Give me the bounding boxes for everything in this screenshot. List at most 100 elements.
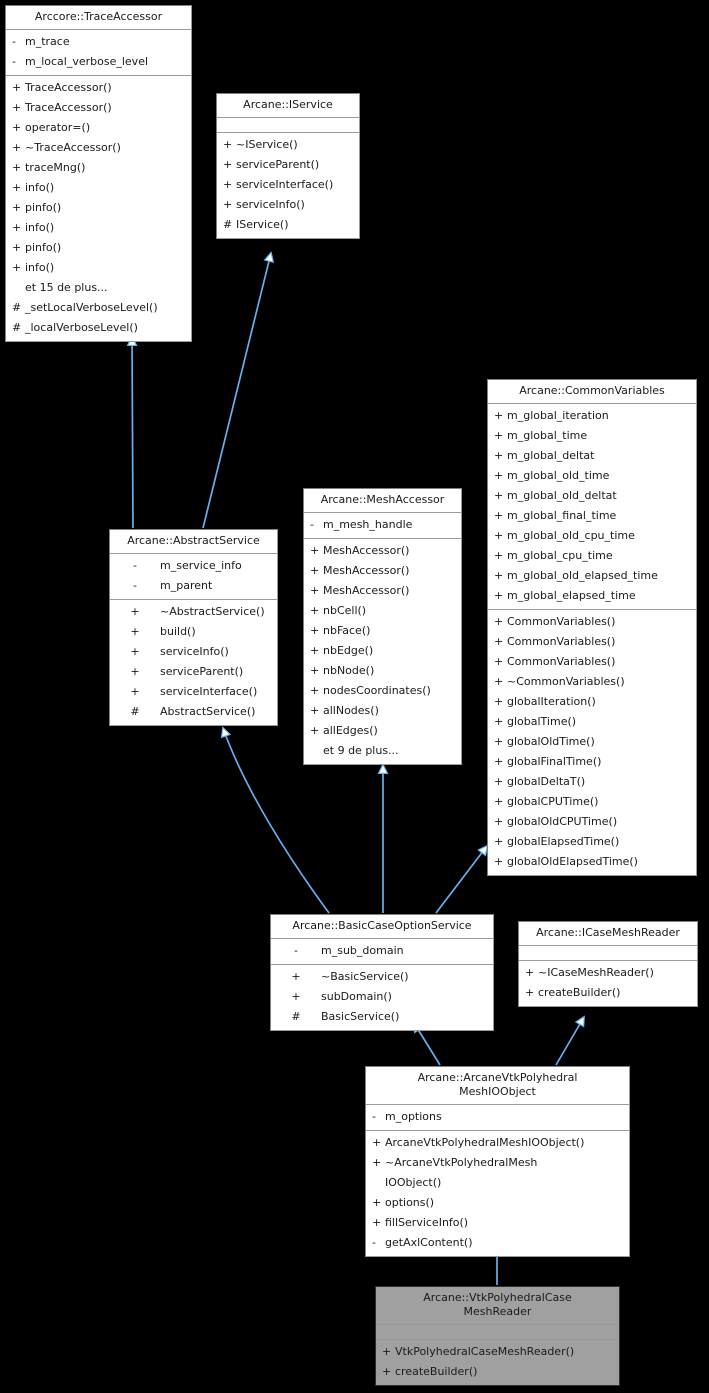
- operations-section: + TraceAccessor() + TraceAccessor() + opera…: [6, 76, 191, 341]
- class-member: + m_global_old_cpu_time: [488, 526, 696, 546]
- operations-section: + MeshAccessor() + MeshAccessor() + MeshAcc…: [304, 539, 461, 764]
- visibility: +: [223, 178, 233, 191]
- member-name: TraceAccessor(): [25, 101, 112, 114]
- class-member: + info(): [6, 178, 191, 198]
- visibility: +: [494, 529, 504, 542]
- member-name: m_global_elapsed_time: [507, 589, 636, 602]
- attributes-section: - m_mesh_handle: [304, 513, 461, 538]
- member-name: _setLocalVerboseLevel(): [25, 301, 158, 314]
- attributes-section: [376, 1325, 619, 1339]
- member-name: et 15 de plus...: [25, 281, 108, 294]
- visibility: +: [12, 81, 22, 94]
- visibility: +: [494, 409, 504, 422]
- class-node-abstract-service[interactable]: Arcane::AbstractService - m_service_info …: [109, 529, 278, 726]
- visibility: +: [310, 684, 320, 697]
- visibility: -: [133, 559, 137, 572]
- visibility: +: [310, 564, 320, 577]
- member-name: m_sub_domain: [321, 944, 404, 957]
- visibility: +: [12, 241, 22, 254]
- member-name: serviceInfo(): [160, 645, 229, 658]
- member-name: m_service_info: [160, 559, 242, 572]
- class-title: Arcane::MeshAccessor: [320, 493, 445, 506]
- class-node-vtk-polyhedral-case-mesh-reader[interactable]: Arcane::VtkPolyhedralCase MeshReader + Vt…: [375, 1286, 620, 1386]
- class-node-basic-case-option-service[interactable]: Arcane::BasicCaseOptionService - m_sub_do…: [270, 914, 494, 1031]
- visibility: +: [130, 625, 140, 638]
- class-member: + serviceInterface(): [110, 682, 277, 702]
- attributes-section: - m_service_info - m_parent: [110, 554, 277, 599]
- class-member-more: et 15 de plus...: [6, 278, 191, 298]
- class-member: + serviceParent(): [217, 155, 359, 175]
- class-node-common-variables[interactable]: Arcane::CommonVariables + m_global_iterat…: [487, 379, 697, 876]
- class-member: # BasicService(): [271, 1007, 493, 1027]
- class-node-icase-mesh-reader[interactable]: Arcane::ICaseMeshReader + ~ICaseMeshReade…: [518, 921, 698, 1007]
- visibility: +: [494, 795, 504, 808]
- class-member: + MeshAccessor(): [304, 581, 461, 601]
- class-member: + ~BasicService(): [271, 967, 493, 987]
- class-member: - m_sub_domain: [271, 941, 493, 961]
- member-name: serviceParent(): [236, 158, 320, 171]
- class-member: + nbNode(): [304, 661, 461, 681]
- class-member: + globalElapsedTime(): [488, 832, 696, 852]
- member-name: m_global_old_elapsed_time: [507, 569, 658, 582]
- class-member: + nbEdge(): [304, 641, 461, 661]
- visibility: +: [494, 429, 504, 442]
- edge-basiccase-commonvariables: [435, 846, 487, 914]
- class-node-arcane-vtk-polyhedral-mesh-io-object[interactable]: Arcane::ArcaneVtkPolyhedral MeshIOObject…: [365, 1066, 630, 1257]
- visibility: +: [525, 966, 535, 979]
- class-title: Arcane::ArcaneVtkPolyhedral MeshIOObject: [417, 1071, 578, 1098]
- member-name: m_mesh_handle: [323, 518, 413, 531]
- member-name: createBuilder(): [538, 986, 621, 999]
- visibility: +: [310, 644, 320, 657]
- member-name: serviceParent(): [160, 665, 244, 678]
- visibility: +: [494, 855, 504, 868]
- class-member: + globalFinalTime(): [488, 752, 696, 772]
- visibility: +: [494, 675, 504, 688]
- class-member: - m_options: [366, 1107, 629, 1127]
- visibility: +: [525, 986, 535, 999]
- member-name: IService(): [236, 218, 289, 231]
- member-name: serviceInfo(): [236, 198, 305, 211]
- member-name: fillServiceInfo(): [385, 1216, 469, 1229]
- class-member: + VtkPolyhedralCaseMeshReader(): [376, 1342, 619, 1362]
- visibility: -: [294, 944, 298, 957]
- operations-section: + ~AbstractService() + build() + serviceInf…: [110, 600, 277, 725]
- visibility: -: [372, 1236, 376, 1249]
- member-name: ArcaneVtkPolyhedralMeshIOObject(): [385, 1136, 585, 1149]
- visibility: -: [12, 55, 16, 68]
- class-title: Arcane::VtkPolyhedralCase MeshReader: [423, 1291, 572, 1318]
- member-name: globalDeltaT(): [507, 775, 586, 788]
- class-member: + ~ArcaneVtkPolyhedralMesh IOObject(): [366, 1153, 629, 1193]
- class-node-iservice[interactable]: Arcane::IService + ~IService() + servicePa…: [216, 93, 360, 239]
- member-name: globalCPUTime(): [507, 795, 599, 808]
- class-member: + serviceInfo(): [217, 195, 359, 215]
- member-name: info(): [25, 261, 55, 274]
- class-diagram-canvas: Arccore::TraceAccessor - m_trace - m_loc…: [0, 0, 709, 1393]
- visibility: +: [130, 685, 140, 698]
- visibility: +: [372, 1156, 382, 1169]
- member-name: nbCell(): [323, 604, 367, 617]
- visibility: +: [310, 584, 320, 597]
- edge-meshioobject-icasemeshreader: [555, 1017, 584, 1066]
- class-member: + m_global_time: [488, 426, 696, 446]
- visibility: +: [494, 509, 504, 522]
- member-name: ~AbstractService(): [160, 605, 265, 618]
- member-name: m_global_old_cpu_time: [507, 529, 635, 542]
- visibility: +: [130, 645, 140, 658]
- class-node-mesh-accessor[interactable]: Arcane::MeshAccessor - m_mesh_handle + Mes…: [303, 488, 462, 765]
- class-member: + m_global_final_time: [488, 506, 696, 526]
- visibility: -: [310, 518, 314, 531]
- class-member: + ~IService(): [217, 135, 359, 155]
- member-name: m_local_verbose_level: [25, 55, 149, 68]
- member-name: ~ICaseMeshReader(): [538, 966, 654, 979]
- class-node-trace-accessor[interactable]: Arccore::TraceAccessor - m_trace - m_loc…: [5, 5, 192, 342]
- class-title: Arcane::BasicCaseOptionService: [292, 919, 472, 932]
- class-member: + createBuilder(): [376, 1362, 619, 1382]
- visibility: +: [223, 138, 233, 151]
- visibility: +: [310, 704, 320, 717]
- class-member: + traceMng(): [6, 158, 191, 178]
- member-name: et 9 de plus...: [323, 744, 399, 757]
- member-name: globalElapsedTime(): [507, 835, 620, 848]
- class-member: - m_service_info: [110, 556, 277, 576]
- visibility: #: [12, 301, 22, 314]
- class-member: + ~AbstractService(): [110, 602, 277, 622]
